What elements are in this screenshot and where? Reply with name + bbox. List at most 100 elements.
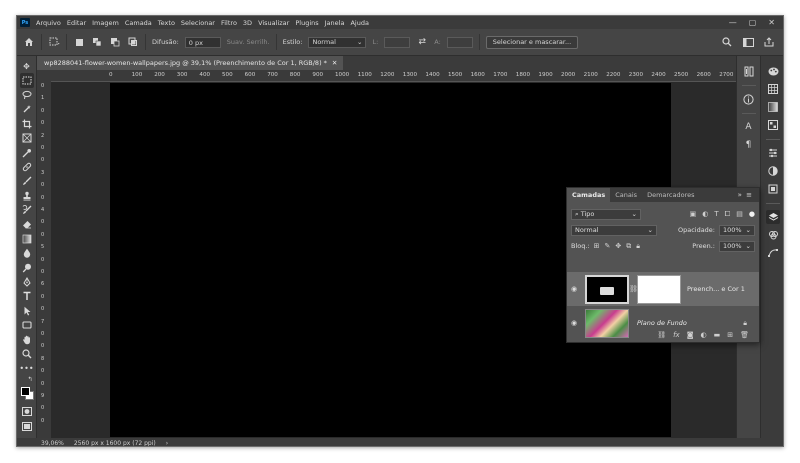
more-tools-icon[interactable]: ••• <box>19 361 33 375</box>
mask-link-icon[interactable]: ⛓ <box>629 285 638 293</box>
add-mask-icon[interactable]: ◙ <box>687 331 694 339</box>
history-brush-tool-icon[interactable] <box>20 203 34 217</box>
swatches-icon[interactable] <box>766 82 780 96</box>
path-selection-tool-icon[interactable] <box>20 304 34 318</box>
blur-tool-icon[interactable] <box>20 246 34 260</box>
filter-type-icon[interactable]: T <box>714 210 718 219</box>
menu-3d[interactable]: 3D <box>240 19 255 27</box>
crop-tool-icon[interactable] <box>20 117 34 131</box>
pen-tool-icon[interactable] <box>20 275 34 289</box>
type-tool-icon[interactable] <box>20 289 34 303</box>
visibility-eye-icon[interactable]: ◉ <box>567 319 581 327</box>
layers-icon[interactable] <box>766 210 780 224</box>
color-icon[interactable] <box>766 64 780 78</box>
quick-mask-icon[interactable] <box>20 405 34 419</box>
menu-imagem[interactable]: Imagem <box>89 19 122 27</box>
rectangular-marquee-tool-icon[interactable] <box>19 73 34 88</box>
menu-selecionar[interactable]: Selecionar <box>178 19 218 27</box>
filter-shape-icon[interactable]: ⧠ <box>725 210 731 219</box>
lock-image-icon[interactable]: ✎ <box>605 242 611 251</box>
height-input[interactable] <box>446 36 473 48</box>
fill-input[interactable]: 100% ⌄ <box>719 240 755 252</box>
share-icon[interactable] <box>763 36 775 48</box>
tab-paths[interactable]: Demarcadores <box>642 188 699 202</box>
filter-pixel-icon[interactable]: ▣ <box>690 210 697 219</box>
layer-name[interactable]: Plano de Fundo <box>637 319 687 327</box>
maximize-button[interactable]: ▢ <box>749 18 757 27</box>
paths-icon[interactable] <box>766 246 780 260</box>
menu-visualizar[interactable]: Visualizar <box>255 19 292 27</box>
swap-colors-icon[interactable]: ↰ <box>20 376 34 384</box>
clone-stamp-tool-icon[interactable] <box>20 189 34 203</box>
new-adjustment-layer-icon[interactable]: ◐ <box>701 331 707 339</box>
antialias-checkbox[interactable]: Suav. Serrilh. <box>227 38 270 46</box>
swap-width-height-icon[interactable]: ⇄ <box>416 36 428 48</box>
patterns-icon[interactable] <box>766 118 780 132</box>
screen-mode-icon[interactable] <box>20 419 34 433</box>
gradient-tool-icon[interactable] <box>20 232 34 246</box>
lock-artboard-icon[interactable]: ⧉ <box>626 242 631 251</box>
search-icon[interactable] <box>721 36 733 48</box>
color-swatches[interactable] <box>20 386 34 402</box>
rectangle-tool-icon[interactable] <box>20 318 34 332</box>
menu-plugins[interactable]: Plugins <box>292 19 321 27</box>
lasso-tool-icon[interactable] <box>20 88 34 102</box>
eyedropper-tool-icon[interactable] <box>20 145 34 159</box>
close-tab-icon[interactable]: ✕ <box>332 59 337 67</box>
menu-editar[interactable]: Editar <box>64 19 89 27</box>
menu-ajuda[interactable]: Ajuda <box>347 19 371 27</box>
tab-channels[interactable]: Canais <box>610 188 642 202</box>
move-tool-icon[interactable]: ✥ <box>20 59 34 73</box>
opacity-input[interactable]: 100% ⌄ <box>719 224 755 236</box>
dodge-tool-icon[interactable] <box>20 260 34 274</box>
home-icon[interactable] <box>23 36 35 48</box>
tab-layers[interactable]: Camadas <box>567 188 611 202</box>
menu-arquivo[interactable]: Arquivo <box>33 19 64 27</box>
blend-mode-select[interactable]: Normal ⌄ <box>571 224 657 236</box>
panel-menu-icon[interactable]: » ≡ <box>738 191 759 199</box>
zoom-tool-icon[interactable] <box>20 347 34 361</box>
intersect-selection-icon[interactable] <box>127 36 139 48</box>
filter-toggle-icon[interactable]: ● <box>749 210 755 219</box>
zoom-level[interactable]: 39,06% <box>41 440 64 447</box>
gradients-icon[interactable] <box>766 100 780 114</box>
width-input[interactable] <box>384 36 411 48</box>
menu-janela[interactable]: Janela <box>322 19 348 27</box>
feather-input[interactable]: 0 px <box>184 36 221 48</box>
layer-name[interactable]: Preench... e Cor 1 <box>687 285 745 293</box>
layer-mask-thumbnail[interactable] <box>637 274 681 304</box>
status-expand-arrow[interactable]: › <box>166 440 168 447</box>
add-to-selection-icon[interactable] <box>91 36 103 48</box>
menu-filtro[interactable]: Filtro <box>218 19 240 27</box>
new-group-icon[interactable]: ▬ <box>714 331 721 339</box>
lock-position-icon[interactable]: ✥ <box>615 242 621 251</box>
filter-adjustment-icon[interactable]: ◐ <box>702 210 708 219</box>
hand-tool-icon[interactable] <box>20 332 34 346</box>
menu-camada[interactable]: Camada <box>122 19 155 27</box>
close-window-button[interactable]: ✕ <box>768 18 775 27</box>
lock-transparent-icon[interactable]: ⊞ <box>594 242 600 251</box>
workspace-icon[interactable] <box>742 36 754 48</box>
link-layers-icon[interactable]: ⛓ <box>657 331 666 339</box>
new-selection-icon[interactable] <box>73 36 85 48</box>
layer-filter-select[interactable]: ⌕ Tipo ⌄ <box>571 208 641 220</box>
info-icon[interactable] <box>742 92 756 106</box>
minimize-button[interactable]: — <box>729 18 737 27</box>
brush-tool-icon[interactable] <box>20 174 34 188</box>
character-icon[interactable]: A <box>742 120 756 134</box>
menu-texto[interactable]: Texto <box>155 19 178 27</box>
rectangular-marquee-tool-preset-icon[interactable] <box>48 36 60 48</box>
healing-brush-tool-icon[interactable] <box>20 160 34 174</box>
paragraph-icon[interactable]: ¶ <box>742 138 756 152</box>
new-layer-icon[interactable]: ⊞ <box>727 331 733 339</box>
foreground-color-swatch[interactable] <box>20 386 30 396</box>
color-fill-thumbnail[interactable] <box>585 274 629 304</box>
adjustments-icon[interactable] <box>766 164 780 178</box>
layer-row-color-fill[interactable]: ◉ ⛓ Preench... e Cor 1 <box>567 272 759 306</box>
layer-style-icon[interactable]: fx <box>673 331 680 339</box>
properties-icon[interactable] <box>766 146 780 160</box>
filter-smart-object-icon[interactable]: ▤ <box>736 210 743 219</box>
select-and-mask-button[interactable]: Selecionar e mascarar... <box>485 35 579 49</box>
history-icon[interactable] <box>742 64 756 78</box>
channels-icon[interactable] <box>766 228 780 242</box>
